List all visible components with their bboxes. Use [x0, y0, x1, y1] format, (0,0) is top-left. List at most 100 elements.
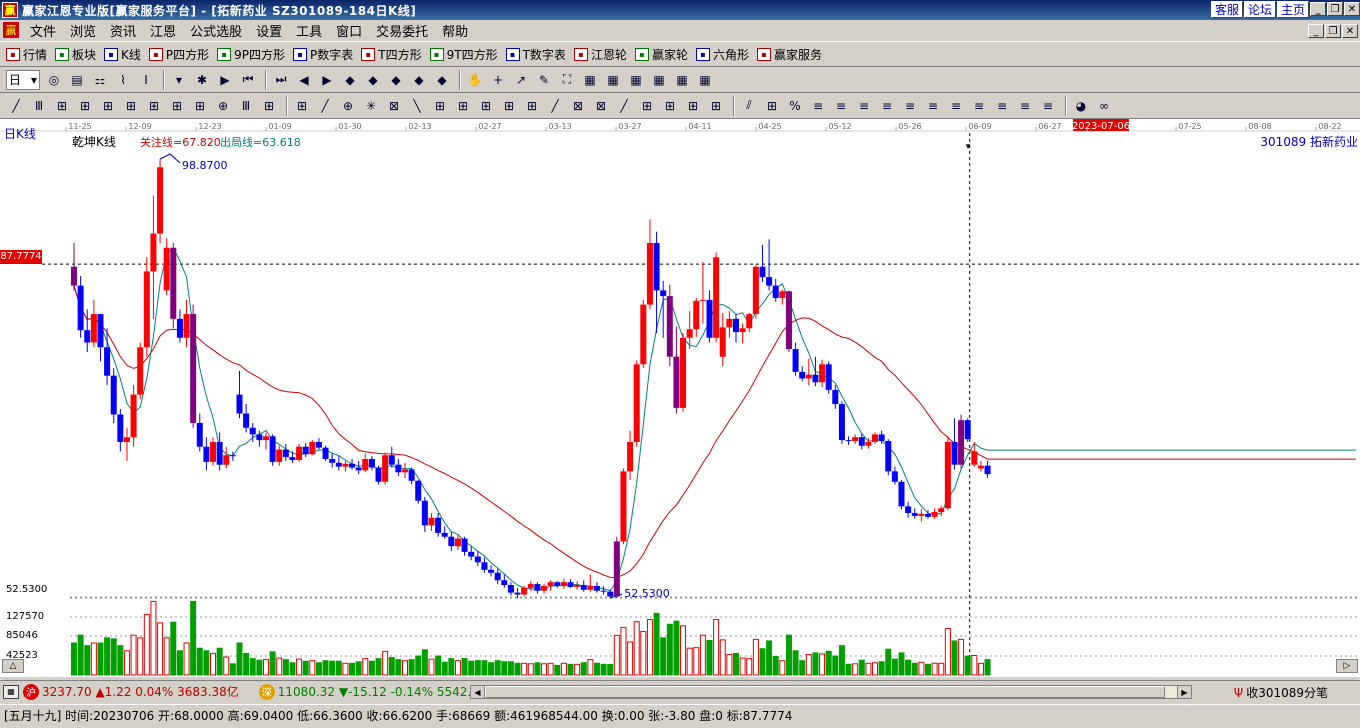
tool-11-icon[interactable]: Ⅲ — [236, 96, 256, 116]
toolbar-item-blocks[interactable]: ▪ 板块 — [55, 46, 96, 63]
menu-help[interactable]: 帮助 — [435, 21, 475, 40]
period-select[interactable]: 日 ▾ — [6, 69, 40, 90]
tool-10-icon[interactable]: ⊕ — [213, 96, 233, 116]
kline-chart[interactable]: 11-25 12-09 12-23 01-09 01-30 02-13 02-27 03-13… — [0, 119, 1360, 677]
tool-30-icon[interactable]: ⊞ — [683, 96, 703, 116]
tool-8-icon[interactable]: ▶ — [215, 70, 235, 90]
toolbar-item-9p[interactable]: ▪ 9P四方形 — [217, 46, 285, 63]
tool-24-icon[interactable]: ╱ — [545, 96, 565, 116]
toolbar-item-ps[interactable]: ▪ P四方形 — [148, 46, 209, 63]
tool-19-icon[interactable]: + — [488, 70, 508, 90]
tool-37-icon[interactable]: ≡ — [854, 96, 874, 116]
tool-2-icon[interactable]: Ⅲ — [29, 96, 49, 116]
toolbar-item-winner-wheel[interactable]: ▪ 赢家轮 — [634, 46, 688, 63]
tool-19-icon[interactable]: ⊞ — [430, 96, 450, 116]
tool-7-icon[interactable]: ⊞ — [144, 96, 164, 116]
menu-trade[interactable]: 交易委托 — [369, 21, 435, 40]
menu-logo-icon[interactable]: 赢 — [3, 22, 19, 38]
minimize-icon[interactable]: _ — [1310, 2, 1326, 16]
tool-13-icon[interactable]: ⊞ — [292, 96, 312, 116]
tool-28-icon[interactable]: ⊞ — [637, 96, 657, 116]
tool-17-icon[interactable]: ⊠ — [384, 96, 404, 116]
tool-18-icon[interactable]: ✋ — [465, 70, 485, 90]
tool-8-icon[interactable]: ⊞ — [167, 96, 187, 116]
toolbar-item-pn[interactable]: ▪ P数字表 — [293, 46, 353, 63]
menu-formula-screen[interactable]: 公式选股 — [183, 21, 249, 40]
tool-43-icon[interactable]: ≡ — [992, 96, 1012, 116]
tool-25-icon[interactable]: ▦ — [626, 70, 646, 90]
tool-40-icon[interactable]: ≡ — [923, 96, 943, 116]
tool-13-icon[interactable]: ◆ — [340, 70, 360, 90]
tool-32-icon[interactable]: ⫽ — [739, 96, 759, 116]
tool-20-icon[interactable]: ↗ — [511, 70, 531, 90]
tool-1-icon[interactable]: ╱ — [6, 96, 26, 116]
tool-17-icon[interactable]: ◆ — [432, 70, 452, 90]
menu-browse[interactable]: 浏览 — [63, 21, 103, 40]
tool-6-icon[interactable]: ⊞ — [121, 96, 141, 116]
close-icon[interactable]: ✕ — [1344, 2, 1360, 16]
toolbar-item-kline[interactable]: ▪ K线 — [104, 46, 141, 63]
menu-news[interactable]: 资讯 — [103, 21, 143, 40]
tool-33-icon[interactable]: ⊞ — [762, 96, 782, 116]
tool-14-icon[interactable]: ◆ — [363, 70, 383, 90]
tool-12-icon[interactable]: ▶ — [317, 70, 337, 90]
tool-25-icon[interactable]: ⊠ — [568, 96, 588, 116]
scroll-left-icon[interactable]: ◀ — [471, 686, 485, 698]
tool-11-icon[interactable]: ◀ — [294, 70, 314, 90]
tool-34-icon[interactable]: % — [785, 96, 805, 116]
toolbar-item-dollar[interactable]: ▪ 赢家服务 — [756, 46, 822, 63]
menu-file[interactable]: 文件 — [23, 21, 63, 40]
tool-28-icon[interactable]: ▦ — [695, 70, 715, 90]
tool-27-icon[interactable]: ▦ — [672, 70, 692, 90]
tool-15-icon[interactable]: ⊕ — [338, 96, 358, 116]
menu-tools[interactable]: 工具 — [289, 21, 329, 40]
tool-35-icon[interactable]: ≡ — [808, 96, 828, 116]
tool-29-icon[interactable]: ⊞ — [660, 96, 680, 116]
customer-service-button[interactable]: 客服 — [1210, 1, 1243, 18]
tool-46-icon[interactable]: ◕ — [1071, 96, 1091, 116]
expand-right-icon[interactable]: ▷ — [1336, 659, 1358, 673]
tool-12-icon[interactable]: ⊞ — [259, 96, 279, 116]
scroll-right-icon[interactable]: ▶ — [1177, 686, 1191, 698]
mdi-minimize-icon[interactable]: _ — [1308, 24, 1324, 38]
tool-21-icon[interactable]: ✎ — [534, 70, 554, 90]
tool-45-icon[interactable]: ≡ — [1038, 96, 1058, 116]
tool-47-icon[interactable]: ∞ — [1094, 96, 1114, 116]
tool-42-icon[interactable]: ≡ — [969, 96, 989, 116]
expand-up-icon[interactable]: △ — [2, 659, 24, 673]
tool-7-icon[interactable]: ✱ — [192, 70, 212, 90]
tool-15-icon[interactable]: ◆ — [386, 70, 406, 90]
menu-gann[interactable]: 江恩 — [143, 21, 183, 40]
tool-21-icon[interactable]: ⊞ — [476, 96, 496, 116]
tool-3-icon[interactable]: ⚏ — [90, 70, 110, 90]
tool-44-icon[interactable]: ≡ — [1015, 96, 1035, 116]
toolbar-item-tn[interactable]: ▪ T数字表 — [505, 46, 566, 63]
tool-22-icon[interactable]: ⛶ — [557, 70, 577, 90]
tool-20-icon[interactable]: ⊞ — [453, 96, 473, 116]
tool-9-icon[interactable]: ⊞ — [190, 96, 210, 116]
tool-23-icon[interactable]: ⊞ — [522, 96, 542, 116]
tool-23-icon[interactable]: ▦ — [580, 70, 600, 90]
tool-22-icon[interactable]: ⊞ — [499, 96, 519, 116]
tool-16-icon[interactable]: ✳ — [361, 96, 381, 116]
tool-14-icon[interactable]: ╱ — [315, 96, 335, 116]
tool-41-icon[interactable]: ≡ — [946, 96, 966, 116]
menu-settings[interactable]: 设置 — [249, 21, 289, 40]
tool-5-icon[interactable]: Ⅰ — [136, 70, 156, 90]
tool-26-icon[interactable]: ▦ — [649, 70, 669, 90]
scroll-thumb[interactable] — [485, 686, 1165, 698]
tool-9-icon[interactable]: ⏮ — [238, 70, 258, 90]
tool-39-icon[interactable]: ≡ — [900, 96, 920, 116]
tool-6-icon[interactable]: ▾ — [169, 70, 189, 90]
chart-svg[interactable]: 11-25 12-09 12-23 01-09 01-30 02-13 02-27 03-13… — [0, 119, 1360, 677]
toolbar-item-hexagon[interactable]: ▪ 六角形 — [695, 46, 749, 63]
tool-1-icon[interactable]: ◎ — [44, 70, 64, 90]
mdi-close-icon[interactable]: ✕ — [1342, 24, 1358, 38]
tool-26-icon[interactable]: ⊠ — [591, 96, 611, 116]
forum-button[interactable]: 论坛 — [1243, 1, 1276, 18]
tool-16-icon[interactable]: ◆ — [409, 70, 429, 90]
chart-scrollbar[interactable]: ◀ ▶ — [470, 685, 1192, 699]
toolbar-item-grid[interactable]: ▪ 行情 — [6, 46, 47, 63]
tool-3-icon[interactable]: ⊞ — [52, 96, 72, 116]
tool-38-icon[interactable]: ≡ — [877, 96, 897, 116]
